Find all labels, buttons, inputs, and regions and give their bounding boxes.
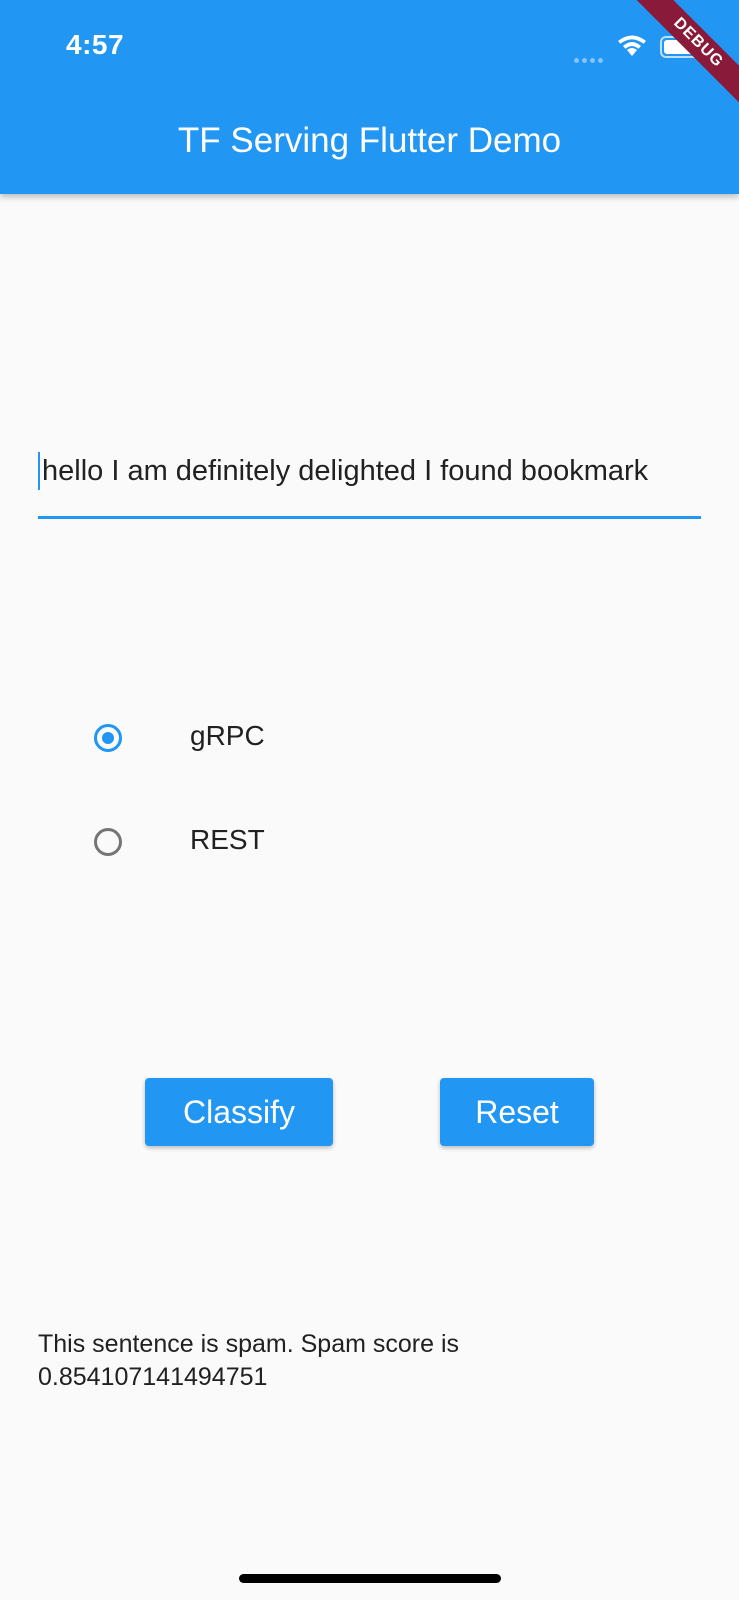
text-cursor bbox=[38, 452, 40, 490]
reset-button[interactable]: Reset bbox=[440, 1078, 594, 1146]
debug-banner: DEBUG bbox=[619, 0, 739, 120]
home-indicator[interactable] bbox=[239, 1574, 501, 1583]
radio-label-rest: REST bbox=[190, 824, 265, 855]
page-title: TF Serving Flutter Demo bbox=[177, 121, 562, 160]
classify-button[interactable]: Classify bbox=[145, 1078, 333, 1146]
radio-selected-icon[interactable] bbox=[94, 724, 122, 752]
sentence-input[interactable] bbox=[38, 446, 705, 496]
radio-option-grpc[interactable]: gRPC bbox=[94, 718, 394, 768]
debug-banner-label: DEBUG bbox=[628, 0, 739, 113]
result-text: This sentence is spam. Spam score is 0.8… bbox=[38, 1330, 459, 1391]
radio-unselected-icon[interactable] bbox=[94, 828, 122, 856]
radio-option-rest[interactable]: REST bbox=[94, 822, 394, 872]
cellular-signal-icon bbox=[574, 50, 608, 63]
radio-label-grpc: gRPC bbox=[190, 720, 265, 751]
status-time: 4:57 bbox=[66, 29, 125, 60]
sentence-input-field[interactable] bbox=[38, 446, 705, 519]
